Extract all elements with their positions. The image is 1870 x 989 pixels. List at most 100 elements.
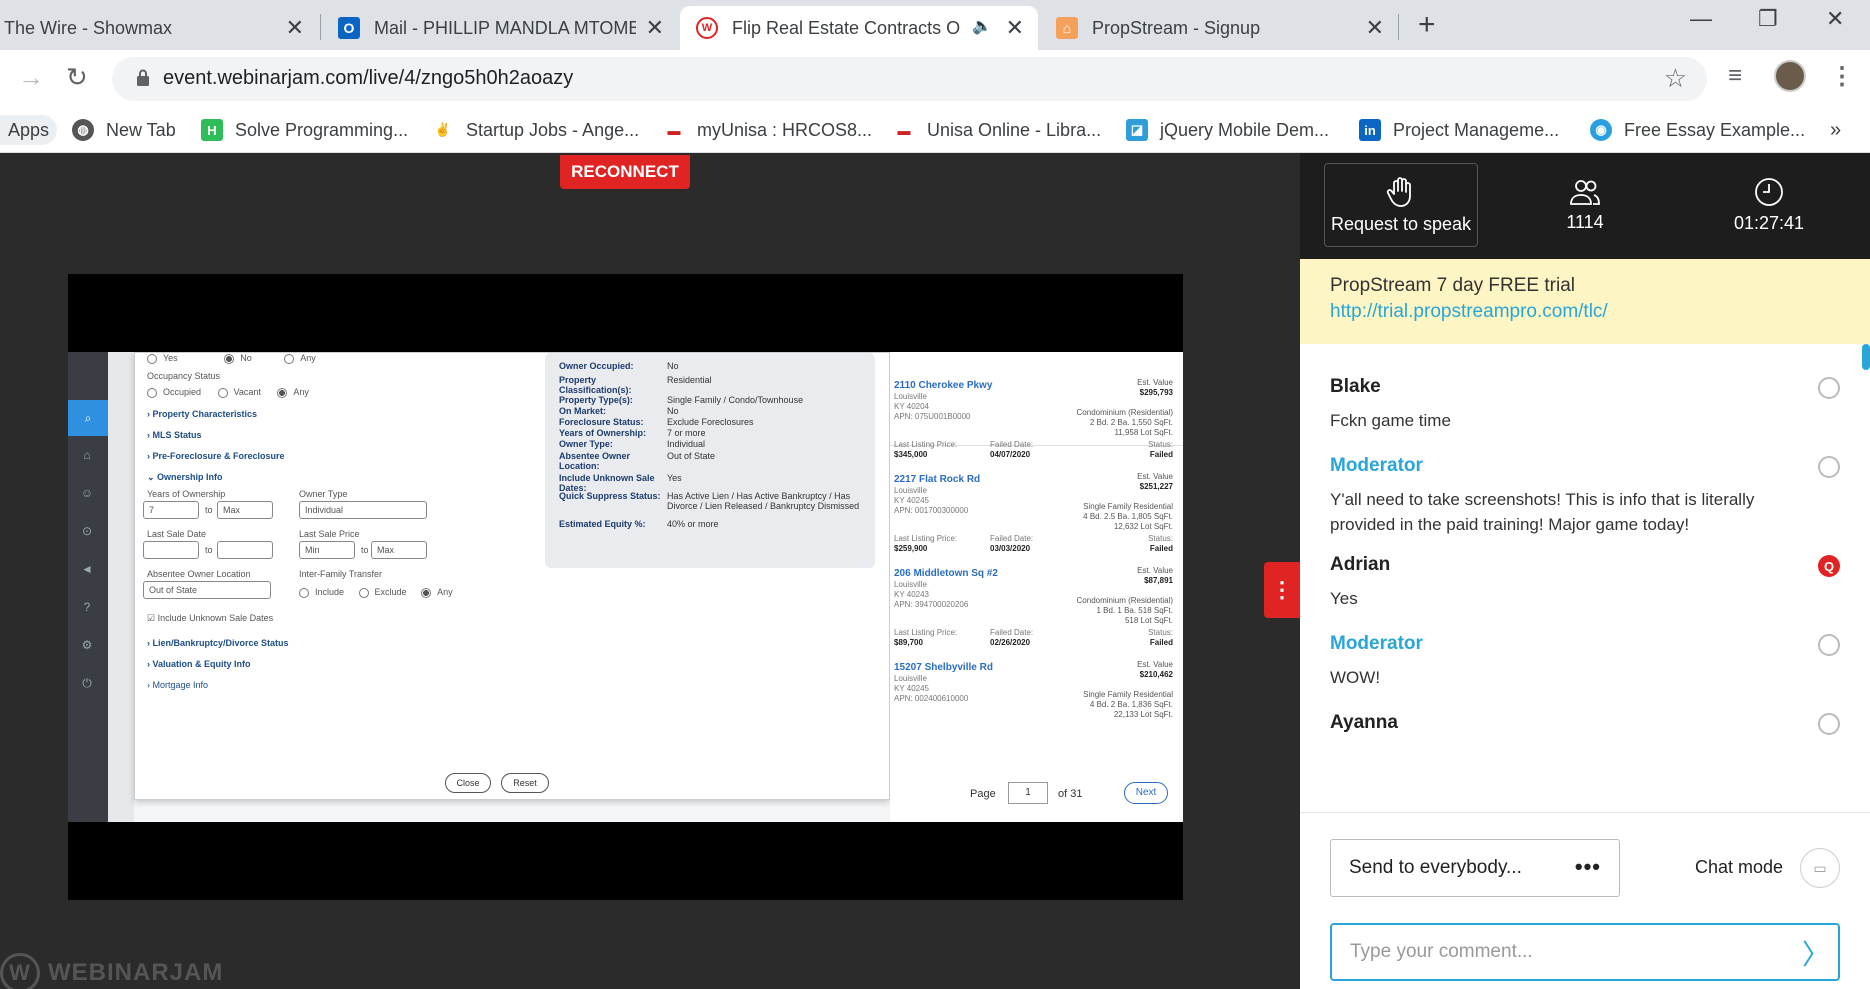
filter-panel: Yes No Any Occupancy Status Occupied Vac…: [134, 352, 890, 800]
list-item: 15207 Shelbyville Rd Louisville KY 40245 A…: [890, 634, 1183, 728]
media-queue-icon[interactable]: ≡: [1728, 62, 1742, 90]
chat-message: Adrian Yes: [1330, 554, 1830, 611]
bookmark-new-tab[interactable]: ◍ New Tab: [72, 115, 176, 145]
radio-label: Occupied: [163, 387, 202, 397]
unisa-icon: ▬: [897, 122, 911, 138]
section-ownership-info: ⌄ Ownership Info: [147, 472, 223, 482]
pagination: Page 1 of 31 Next: [890, 778, 1183, 818]
more-bookmarks-icon[interactable]: »: [1830, 115, 1841, 145]
sale-date-from: [143, 541, 199, 559]
omnibox[interactable]: event.webinarjam.com/live/4/zngo5h0h2aoa…: [112, 57, 1707, 101]
listing-value: Est. Value $295,793 Condominium (Residenti…: [1076, 378, 1173, 437]
radio-label: Yes: [163, 353, 178, 363]
message-select-radio[interactable]: [1818, 377, 1840, 399]
tab-strip: The Wire - Showmax ✕ O Mail - PHILLIP MA…: [0, 0, 1870, 50]
message-author: Blake: [1330, 376, 1381, 397]
section-mls-status: › MLS Status: [147, 430, 202, 440]
request-to-speak-button[interactable]: Request to speak: [1324, 163, 1478, 247]
speaker-icon[interactable]: 🔈: [972, 16, 992, 36]
chat-scrollbar[interactable]: [1862, 344, 1870, 370]
bookmark-apps[interactable]: Apps: [0, 115, 58, 145]
forward-icon[interactable]: →: [18, 62, 44, 93]
clock-icon: [1755, 177, 1783, 206]
more-options-icon[interactable]: ⋮: [1264, 562, 1300, 618]
message-select-radio[interactable]: [1818, 456, 1840, 478]
send-to-label: Send to everybody...: [1349, 857, 1522, 878]
avatar[interactable]: [1774, 60, 1806, 92]
list-item: 206 Middletown Sq #2 Louisville KY 40243 A…: [890, 540, 1183, 647]
message-author: Ayanna: [1330, 712, 1398, 733]
listing-results: 2110 Cherokee Pkwy Louisville KY 40204 APN…: [890, 352, 1183, 822]
webinarjam-logo-icon: W: [0, 953, 40, 989]
bookmark-project-management[interactable]: in Project Manageme...: [1359, 115, 1559, 145]
comment-input[interactable]: [1330, 923, 1840, 981]
question-badge[interactable]: Q: [1818, 555, 1840, 577]
close-icon[interactable]: ✕: [1366, 15, 1384, 41]
new-tab-icon[interactable]: +: [1418, 8, 1436, 42]
bookmark-label: Free Essay Example...: [1624, 119, 1806, 140]
megaphone-icon: ◄: [81, 562, 93, 576]
bookmark-myunisa[interactable]: ▬ myUnisa : HRCOS8...: [663, 115, 873, 145]
url-text: event.webinarjam.com/live/4/zngo5h0h2aoa…: [163, 67, 574, 89]
power-icon: ⏻: [82, 676, 92, 690]
close-icon[interactable]: ✕: [286, 15, 304, 41]
propstream-icon: ⌂: [1056, 17, 1078, 39]
user-icon: ☺: [80, 486, 94, 500]
video-player: ⌕ ⌂ ☺ ⊙ ◄ ? ⚙ ⏻ Yes No Any Occupancy Sta…: [68, 274, 1183, 900]
listing-location: Louisville KY 40245 APN: 001700300000: [894, 486, 969, 515]
bookmark-unisa-online[interactable]: ▬ Unisa Online - Libra...: [893, 115, 1102, 145]
hackerrank-icon: H: [201, 119, 223, 141]
tab-webinar[interactable]: W Flip Real Estate Contracts Of 🔈 ✕: [680, 6, 1038, 50]
promo-link[interactable]: http://trial.propstreampro.com/tlc/: [1330, 301, 1840, 323]
radio-label: No: [240, 353, 252, 363]
timer-value: 01:27:41: [1733, 212, 1805, 233]
tab-mail[interactable]: O Mail - PHILLIP MANDLA MTOMB ✕: [322, 6, 678, 50]
message-select-radio[interactable]: [1818, 634, 1840, 656]
chat-messages[interactable]: Blake Fckn game time Moderator Y'all nee…: [1300, 344, 1870, 812]
send-chevron-icon[interactable]: 〉: [1802, 933, 1830, 973]
map-strip: [108, 352, 134, 822]
reconnect-button[interactable]: RECONNECT: [560, 155, 690, 189]
radio-label: Include: [315, 587, 345, 597]
send-to-select[interactable]: Send to everybody... •••: [1330, 839, 1620, 897]
webinar-stage: RECONNECT ⌕ ⌂ ☺ ⊙ ◄ ? ⚙ ⏻ Yes No Any Occ…: [0, 153, 1300, 989]
restore-icon[interactable]: ❐: [1758, 6, 1778, 32]
to-label: to: [205, 545, 213, 555]
tab-title: Mail - PHILLIP MANDLA MTOMB: [374, 17, 636, 38]
app-sidebar: ⌕ ⌂ ☺ ⊙ ◄ ? ⚙ ⏻: [68, 352, 108, 822]
absentee-select: Out of State: [143, 581, 271, 599]
page-count: of 31: [1058, 788, 1083, 800]
listing-address: 2217 Flat Rock Rd: [894, 474, 981, 485]
message-select-radio[interactable]: [1818, 713, 1840, 735]
bookmark-startup-jobs[interactable]: ✌ Startup Jobs - Ange...: [432, 115, 639, 145]
reload-icon[interactable]: ↻: [66, 62, 88, 93]
tab-title: The Wire - Showmax: [4, 17, 173, 38]
next-button: Next: [1124, 782, 1168, 804]
price-min: Min: [299, 541, 355, 559]
close-button: Close: [445, 773, 491, 793]
chat-message: Ayanna: [1330, 712, 1830, 744]
search-icon: ⌕: [68, 400, 108, 436]
page-label: Page: [970, 788, 996, 800]
shared-screen: ⌕ ⌂ ☺ ⊙ ◄ ? ⚙ ⏻ Yes No Any Occupancy Sta…: [68, 352, 1183, 822]
minimize-icon[interactable]: —: [1690, 6, 1712, 32]
section-mortgage: › Mortgage Info: [147, 680, 209, 690]
close-window-icon[interactable]: ✕: [1826, 6, 1844, 32]
chat-bubble-icon[interactable]: ▭: [1800, 848, 1840, 888]
kebab-menu-icon[interactable]: ⋮: [1830, 62, 1854, 91]
bookmark-label: Apps: [8, 119, 50, 140]
tab-showmax[interactable]: The Wire - Showmax ✕: [0, 6, 318, 50]
occupancy-radios: Occupied Vacant Any: [147, 387, 309, 398]
bookmark-free-essay[interactable]: ◉ Free Essay Example...: [1590, 115, 1805, 145]
bookmark-star-icon[interactable]: ☆: [1664, 63, 1687, 94]
interfamily-radios: Include Exclude Any: [299, 587, 453, 598]
section-preforeclosure: › Pre-Foreclosure & Foreclosure: [147, 451, 285, 461]
bookmark-label: Solve Programming...: [235, 119, 409, 140]
close-icon[interactable]: ✕: [1006, 15, 1024, 41]
close-icon[interactable]: ✕: [646, 15, 664, 41]
bookmark-solve-programming[interactable]: H Solve Programming...: [201, 115, 408, 145]
tab-propstream[interactable]: ⌂ PropStream - Signup ✕: [1040, 6, 1398, 50]
bookmark-jquery-mobile[interactable]: ◪ jQuery Mobile Dem...: [1126, 115, 1329, 145]
include-unknown-checkbox: ☑ Include Unknown Sale Dates: [147, 613, 274, 623]
bookmark-label: myUnisa : HRCOS8...: [697, 119, 873, 140]
